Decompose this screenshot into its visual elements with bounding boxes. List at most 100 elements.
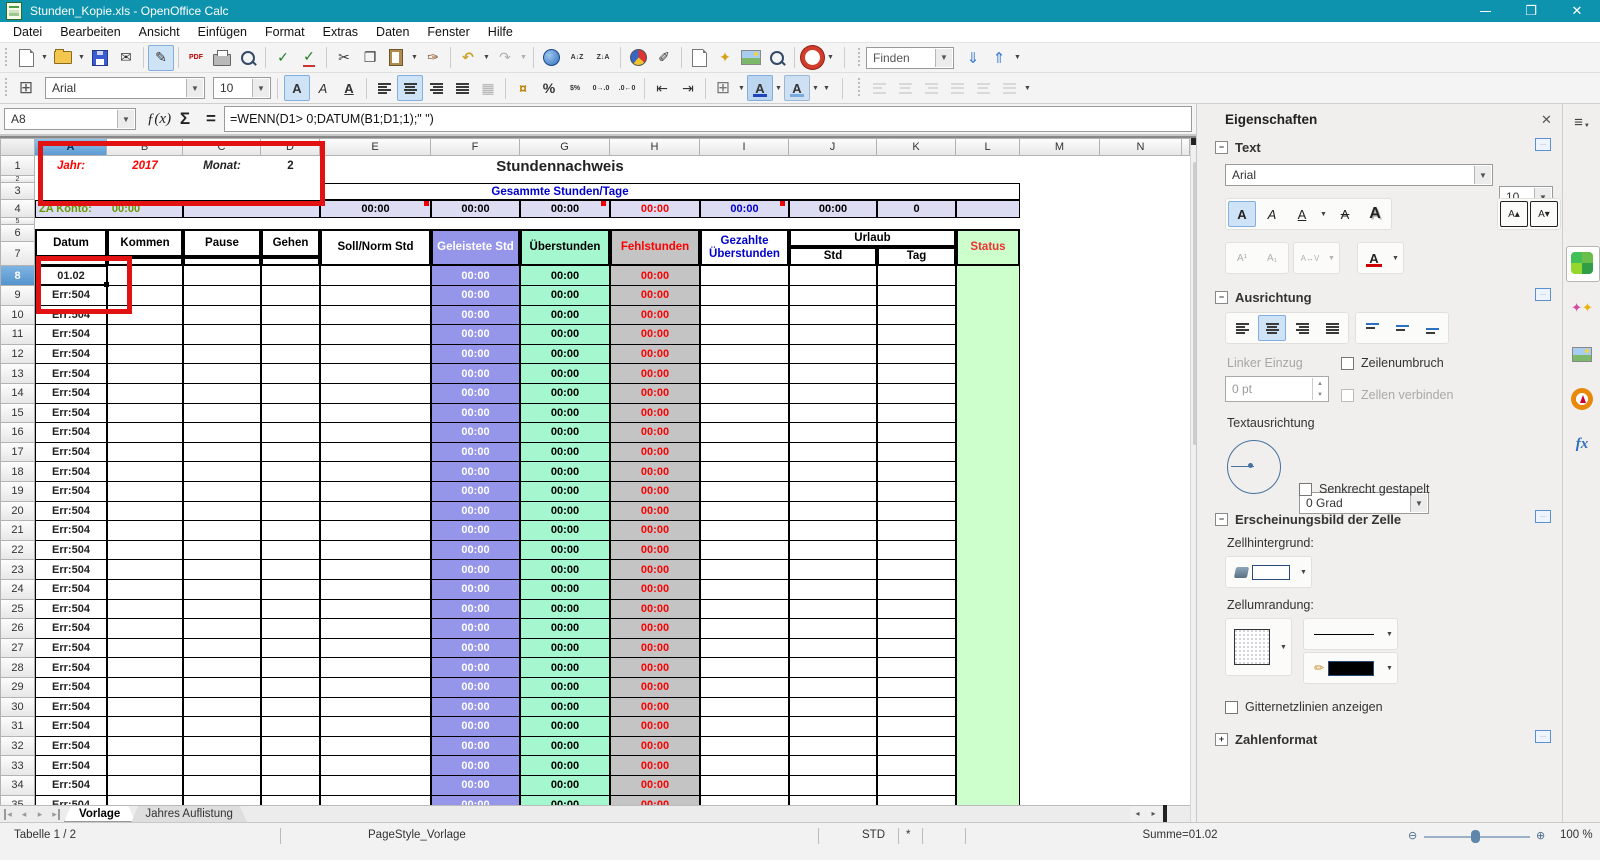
paste-button[interactable] [383,45,409,71]
row-header-11[interactable]: 11 [0,325,35,345]
row-header-16[interactable]: 16 [0,423,35,443]
header-sub-D[interactable] [261,257,320,266]
cell-A34[interactable]: Err:504 [35,776,107,796]
cell-A32[interactable]: Err:504 [35,736,107,757]
cell-D21[interactable] [261,521,320,541]
cell-J15[interactable] [789,403,877,424]
cell-I20[interactable] [700,501,789,522]
cell-H32[interactable]: 00:00 [610,736,700,757]
cell-E9[interactable] [320,286,431,306]
cell-H9[interactable]: 00:00 [610,286,700,306]
cell-G33[interactable]: 00:00 [520,756,610,776]
cell-H35[interactable]: 00:00 [610,795,700,805]
cell-I9[interactable] [700,286,789,306]
cell-H25[interactable]: 00:00 [610,599,700,620]
align-middle-button[interactable] [1388,315,1416,341]
cell-A14[interactable]: Err:504 [35,384,107,404]
align-objects-left-button[interactable] [866,75,892,101]
cell-D14[interactable] [261,384,320,404]
row-header-1[interactable]: 1 [0,156,35,176]
cell-I21[interactable] [700,521,789,541]
header-ueberstunden[interactable]: Überstunden [520,229,610,266]
menu-item-extras[interactable]: Extras [314,23,367,41]
cell-C21[interactable] [183,521,261,541]
row-header-25[interactable]: 25 [0,599,35,620]
row-header-26[interactable]: 26 [0,619,35,639]
cell-C13[interactable] [183,364,261,384]
cell-E10[interactable] [320,305,431,326]
zoom-slider-thumb[interactable] [1471,830,1480,843]
cell-H15[interactable]: 00:00 [610,403,700,424]
undo-button[interactable]: ↶ [455,45,481,71]
align-toolbar-overflow[interactable]: ▼ [1022,76,1033,100]
row-header-3[interactable]: 3 [0,183,35,200]
previous-sheet-button[interactable]: ◂ [16,806,32,822]
paste-dropdown[interactable]: ▼ [409,46,420,70]
cell-G31[interactable]: 00:00 [520,717,610,737]
cell-A30[interactable]: Err:504 [35,697,107,718]
decrease-indent-button[interactable]: ⇤ [649,75,675,101]
header-urlaub[interactable]: Urlaub [789,229,956,247]
cell-H31[interactable]: 00:00 [610,717,700,737]
cell-F16[interactable]: 00:00 [431,423,520,443]
cell-D9[interactable] [261,286,320,306]
cell-E25[interactable] [320,599,431,620]
cell-G27[interactable]: 00:00 [520,638,610,659]
font-name-dropdown[interactable]: ▼ [186,79,203,97]
cell-J22[interactable] [789,540,877,561]
cell-K22[interactable] [877,540,956,561]
collapse-icon[interactable]: − [1215,141,1228,154]
find-previous-button[interactable]: ⇑ [986,45,1012,71]
cell-A21[interactable]: Err:504 [35,521,107,541]
add-decimal-button[interactable]: 0→.0 [588,75,614,101]
row-header-10[interactable]: 10 [0,305,35,326]
cell-I30[interactable] [700,697,789,718]
cell-K33[interactable] [877,756,956,776]
cell-G35[interactable]: 00:00 [520,795,610,805]
cell-D10[interactable] [261,305,320,326]
column-header-L[interactable]: L [956,138,1020,156]
standard-format-button[interactable]: $% [562,75,588,101]
align-left-button[interactable] [371,75,397,101]
cell-A26[interactable]: Err:504 [35,619,107,639]
cell-J20[interactable] [789,501,877,522]
cell-C35[interactable] [183,795,261,805]
selection-fill-handle[interactable] [104,282,109,287]
selection-mode[interactable]: STD [862,829,885,841]
horizontal-split-handle[interactable] [1163,805,1167,822]
column-header-I[interactable]: I [700,138,789,156]
cell-G21[interactable]: 00:00 [520,521,610,541]
sidebar-bold-button[interactable]: A [1228,201,1256,227]
cell-H30[interactable]: 00:00 [610,697,700,718]
background-color-dropdown[interactable]: ▼ [810,76,821,100]
cell-J10[interactable] [789,305,877,326]
column-header-N[interactable]: N [1100,138,1182,156]
header-fehlstunden[interactable]: Fehlstunden [610,229,700,266]
cell-A12[interactable]: Err:504 [35,344,107,365]
cell-D33[interactable] [261,756,320,776]
cell-H12[interactable]: 00:00 [610,344,700,365]
cell-J25[interactable] [789,599,877,620]
spin-arrows[interactable]: ▲ ▼ [1312,378,1327,400]
cell-E24[interactable] [320,580,431,600]
cell-C31[interactable] [183,717,261,737]
cell-K26[interactable] [877,619,956,639]
cell-I15[interactable] [700,403,789,424]
cell-H33[interactable]: 00:00 [610,756,700,776]
degrees-dropdown[interactable]: ▼ [1410,494,1427,512]
cell-D20[interactable] [261,501,320,522]
sidebar-font-color-button[interactable]: A [1360,245,1388,271]
number-format-dialog-launcher[interactable]: ··· [1535,730,1551,743]
cell-D11[interactable] [261,325,320,345]
cell-B33[interactable] [107,756,183,776]
open-button[interactable] [50,45,76,71]
expand-icon[interactable]: + [1215,733,1228,746]
cell-D34[interactable] [261,776,320,796]
cell-D18[interactable] [261,462,320,482]
cell-C24[interactable] [183,580,261,600]
cell-E20[interactable] [320,501,431,522]
undo-dropdown[interactable]: ▼ [481,46,492,70]
cell-D12[interactable] [261,344,320,365]
cell-border-button[interactable] [1228,623,1276,671]
cell-B9[interactable] [107,286,183,306]
